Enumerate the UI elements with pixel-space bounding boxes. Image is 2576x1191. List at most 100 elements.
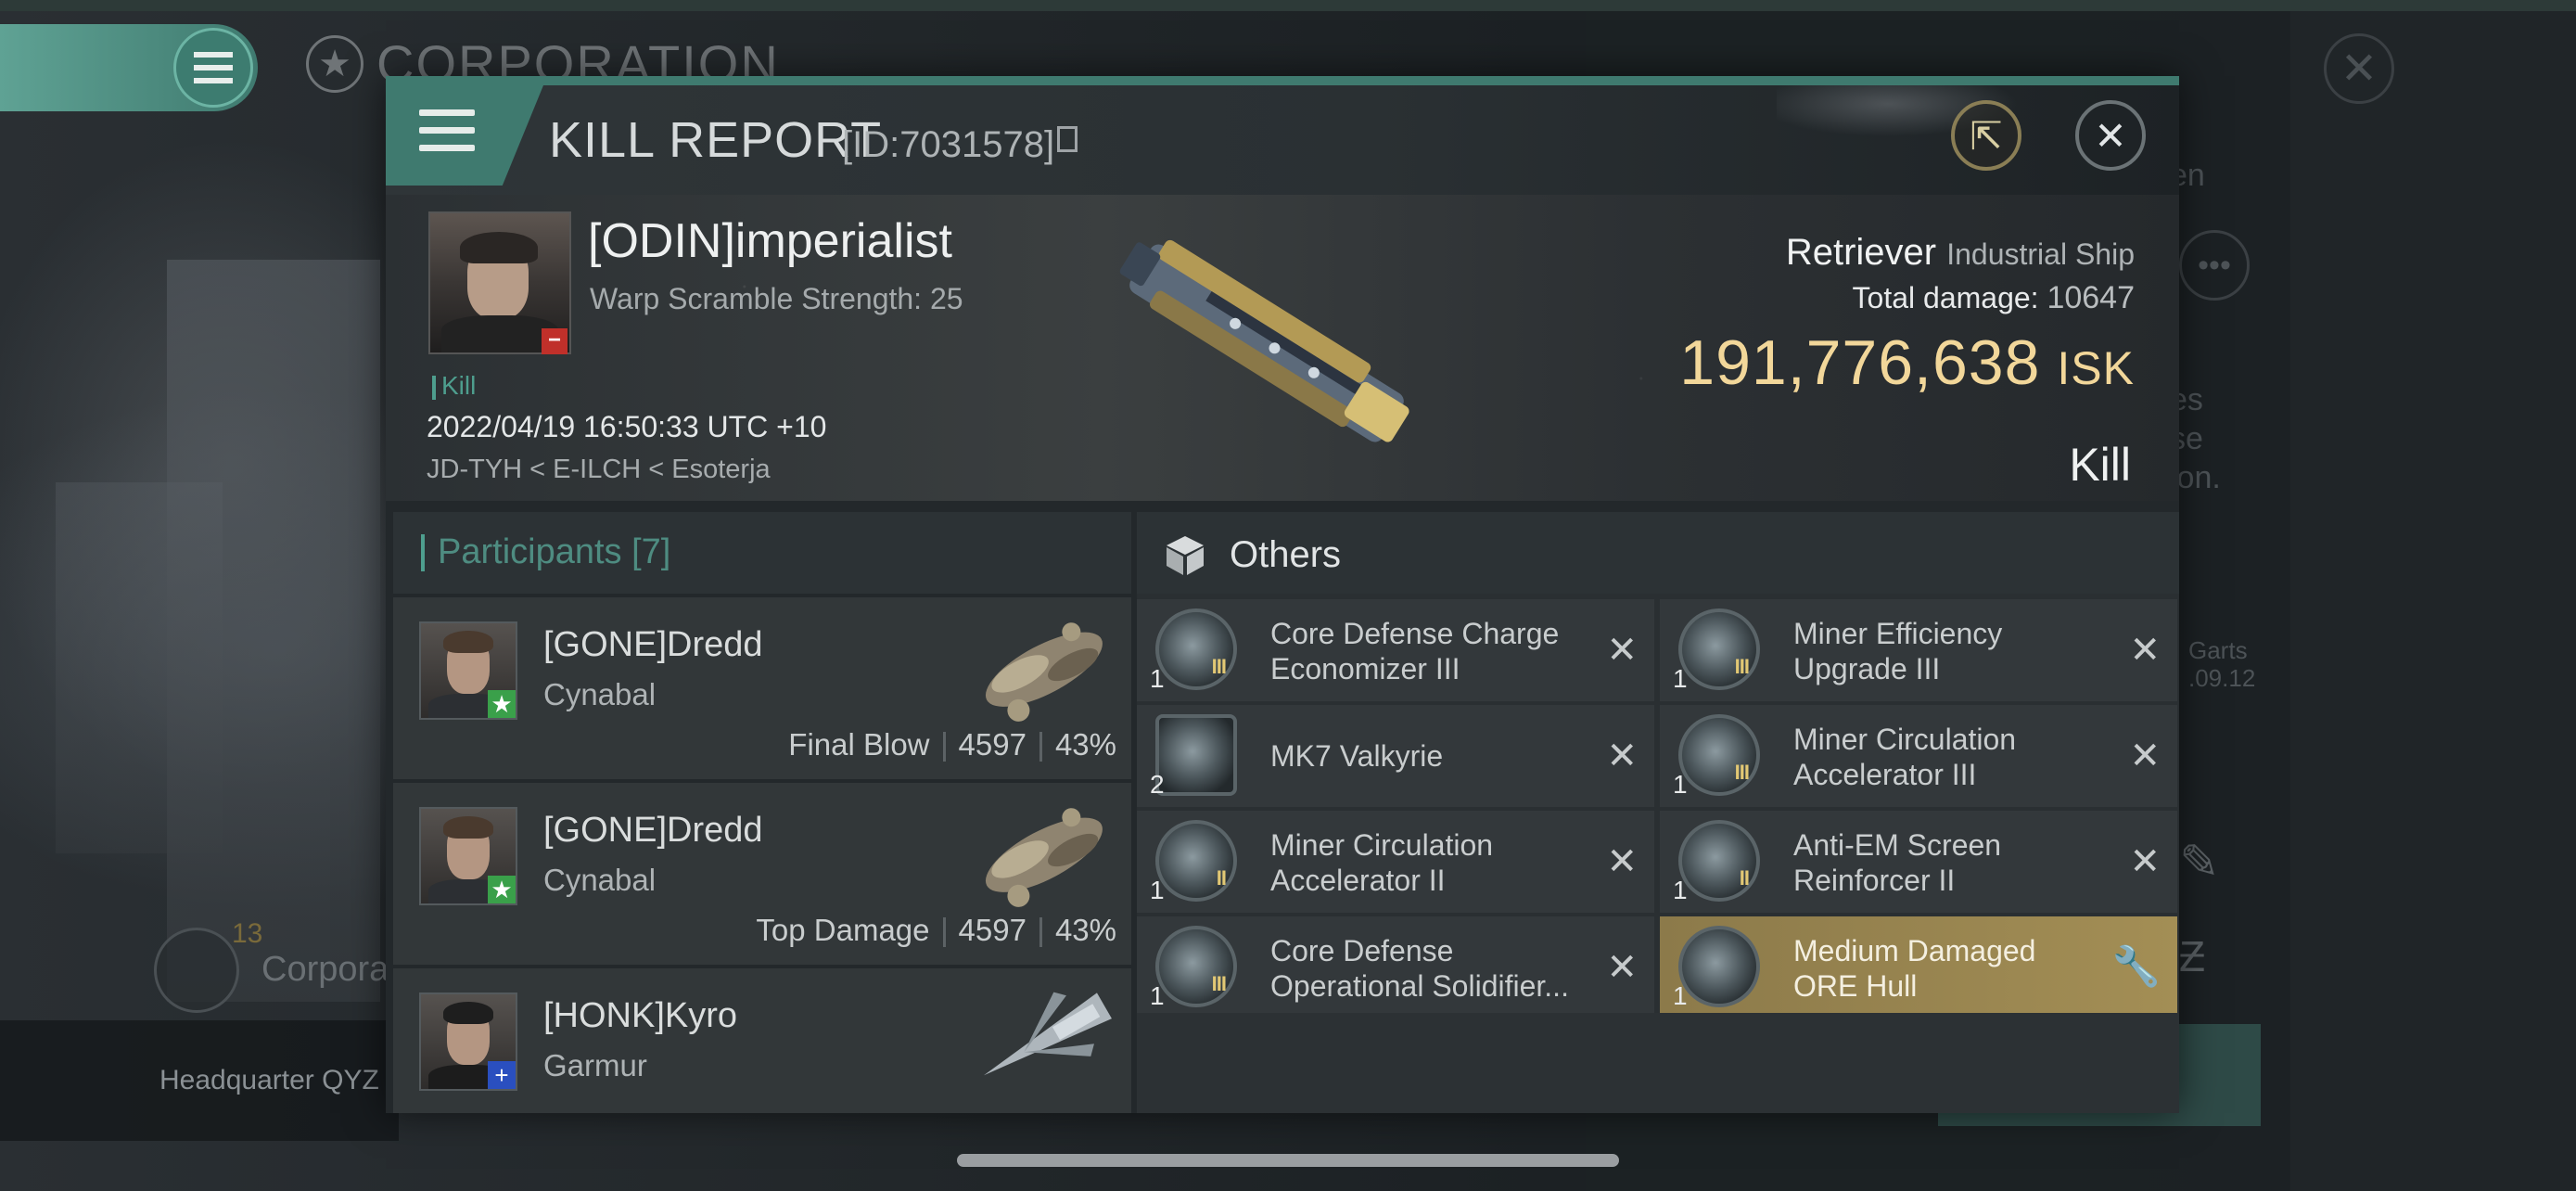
others-title: Others bbox=[1230, 534, 1342, 575]
kill-banner: − [ODIN]imperialist Warp Scramble Streng… bbox=[386, 195, 2179, 501]
others-empty-area bbox=[1137, 1013, 2179, 1113]
total-damage: Total damage: 10647 bbox=[1852, 280, 2135, 315]
participant-ship: Cynabal bbox=[543, 677, 657, 711]
share-button[interactable]: ⇱ bbox=[1951, 100, 2021, 171]
close-button[interactable]: ✕ bbox=[2075, 100, 2146, 171]
participant-stats: Final Blow 4597 43% bbox=[788, 727, 1116, 762]
edit-icon[interactable]: ✎ bbox=[2179, 835, 2220, 890]
background-panel-right bbox=[2290, 0, 2576, 1191]
dropped-item[interactable]: III 1 Miner Circulation Accelerator III … bbox=[1660, 705, 2177, 807]
destroyed-icon: ✕ bbox=[1606, 947, 1638, 988]
corporation-button[interactable] bbox=[154, 928, 239, 1013]
participants-header: Participants [7] bbox=[393, 512, 1131, 594]
participant-ship: Garmur bbox=[543, 1048, 647, 1082]
main-menu-button[interactable] bbox=[173, 28, 253, 108]
item-name: Miner Circulation Accelerator III bbox=[1793, 723, 2017, 791]
star-badge-icon: ★ bbox=[488, 690, 516, 718]
item-name: Miner Circulation Accelerator II bbox=[1270, 828, 1494, 897]
item-name: Miner Efficiency Upgrade III bbox=[1793, 617, 2003, 685]
dropped-item[interactable]: II 1 Anti-EM Screen Reinforcer II ✕ bbox=[1660, 811, 2177, 913]
item-quantity: 1 bbox=[1673, 981, 1688, 1010]
cargo-box-icon bbox=[1167, 536, 1204, 575]
item-quantity: 1 bbox=[1673, 876, 1688, 904]
module-icon: III bbox=[1678, 714, 1760, 796]
destroyed-icon: ✕ bbox=[2129, 630, 2161, 671]
item-quantity: 1 bbox=[1673, 664, 1688, 693]
item-quantity: 1 bbox=[1150, 981, 1165, 1010]
hull-icon bbox=[1678, 926, 1760, 1007]
cynabal-ship-image bbox=[985, 808, 1103, 907]
kill-result: Kill bbox=[2069, 439, 2131, 491]
dropped-item-hull[interactable]: 1 Medium Damaged ORE Hull 🔧 bbox=[1660, 916, 2177, 1018]
participant-row[interactable]: ★ [GONE]Dredd Cynabal Final Blow 4597 43% bbox=[393, 594, 1131, 779]
participant-row[interactable]: ★ [GONE]Dredd Cynabal Top Damage 4597 43% bbox=[393, 779, 1131, 965]
participant-name: [GONE]Dredd bbox=[543, 625, 763, 664]
kill-id: [ID:7031578] bbox=[842, 124, 1055, 165]
station-structure bbox=[56, 482, 223, 853]
participant-avatar: ★ bbox=[419, 621, 517, 720]
cynabal-ship-image bbox=[985, 622, 1103, 722]
isk-value: 191,776,638 ISK bbox=[1679, 327, 2135, 398]
warp-scramble-strength: Warp Scramble Strength: 25 bbox=[590, 282, 963, 315]
retriever-ship-image bbox=[1119, 239, 1409, 442]
modal-header: KILL REPORT [ID:7031578] ⇱ ✕ bbox=[386, 85, 2179, 195]
destroyed-icon: ✕ bbox=[1606, 736, 1638, 776]
corporation-count: 13 bbox=[232, 918, 263, 949]
destroyed-icon: ✕ bbox=[1606, 630, 1638, 671]
destroyed-icon: ✕ bbox=[2129, 841, 2161, 882]
home-indicator[interactable] bbox=[957, 1154, 1619, 1167]
participant-stats: Top Damage 4597 43% bbox=[756, 913, 1116, 948]
item-quantity: 1 bbox=[1150, 876, 1165, 904]
dropped-item[interactable]: III 1 Core Defense Operational Solidifie… bbox=[1137, 916, 1654, 1018]
destroyed-icon: ✕ bbox=[2129, 736, 2161, 776]
item-name: Core Defense Charge Economizer III bbox=[1270, 617, 1560, 685]
participant-row[interactable]: + [HONK]Kyro Garmur bbox=[393, 965, 1131, 1113]
drone-icon bbox=[1155, 714, 1237, 796]
copy-icon[interactable] bbox=[1057, 126, 1078, 152]
ship-class: Industrial Ship bbox=[1946, 237, 2135, 271]
dropped-item[interactable]: III 1 Miner Efficiency Upgrade III ✕ bbox=[1660, 599, 2177, 701]
dropped-item[interactable]: 2 MK7 Valkyrie ✕ bbox=[1137, 705, 1654, 807]
ship-name[interactable]: Retriever Industrial Ship bbox=[1786, 232, 2135, 274]
corporation-star-icon: ★ bbox=[306, 35, 363, 93]
plus-badge-icon: + bbox=[488, 1061, 516, 1089]
module-icon: III bbox=[1155, 608, 1237, 690]
star-badge-icon: ★ bbox=[488, 876, 516, 903]
item-name: MK7 Valkyrie bbox=[1270, 739, 1444, 773]
victim-name[interactable]: [ODIN]imperialist bbox=[588, 213, 952, 269]
share-icon: ⇱ bbox=[1970, 113, 2003, 158]
hamburger-icon bbox=[419, 109, 475, 162]
dropped-item[interactable]: III 1 Core Defense Charge Economizer III… bbox=[1137, 599, 1654, 701]
modal-title: KILL REPORT bbox=[549, 112, 883, 168]
standing-negative-icon: − bbox=[542, 328, 567, 354]
module-icon: III bbox=[1155, 926, 1237, 1007]
modal-menu-button[interactable] bbox=[386, 85, 543, 186]
headquarter-label: Headquarter QYZ bbox=[159, 1065, 379, 1095]
kill-timestamp: 2022/04/19 16:50:33 UTC +10 bbox=[427, 410, 827, 443]
destroyed-icon: ✕ bbox=[1606, 841, 1638, 882]
participants-title: Participants [7] bbox=[438, 532, 671, 571]
kill-tag: Kill bbox=[432, 371, 476, 401]
garmur-ship-image bbox=[984, 992, 1112, 1076]
dropped-item[interactable]: II 1 Miner Circulation Accelerator II ✕ bbox=[1137, 811, 1654, 913]
item-name: Medium Damaged ORE Hull bbox=[1793, 934, 2036, 1003]
item-name: Anti-EM Screen Reinforcer II bbox=[1793, 828, 2002, 897]
item-name: Core Defense Operational Solidifier... bbox=[1270, 934, 1569, 1003]
top-strip bbox=[0, 0, 2576, 11]
module-icon: III bbox=[1678, 608, 1760, 690]
kill-report-modal: KILL REPORT [ID:7031578] ⇱ ✕ − [ODIN]imp… bbox=[386, 76, 2179, 1113]
participant-name: [GONE]Dredd bbox=[543, 811, 763, 850]
background-side-text: Garts .09.12 bbox=[2188, 636, 2256, 692]
background-close-icon[interactable]: ✕ bbox=[2324, 33, 2394, 104]
settings-z-icon[interactable]: Ƶ bbox=[2179, 931, 2205, 981]
participant-name: [HONK]Kyro bbox=[543, 996, 738, 1035]
module-icon: II bbox=[1155, 820, 1237, 902]
kill-location[interactable]: JD-TYH < E-ILCH < Esoterja bbox=[427, 455, 771, 485]
others-panel: Others III 1 Core Defense Charge Economi… bbox=[1137, 512, 2179, 1113]
module-icon: II bbox=[1678, 820, 1760, 902]
others-header: Others bbox=[1137, 512, 2179, 594]
participant-avatar: ★ bbox=[419, 807, 517, 905]
more-options-icon[interactable]: ••• bbox=[2179, 230, 2250, 301]
close-icon: ✕ bbox=[2094, 113, 2127, 158]
participants-panel: Participants [7] ★ [GONE]Dredd Cynabal F… bbox=[393, 512, 1131, 1113]
